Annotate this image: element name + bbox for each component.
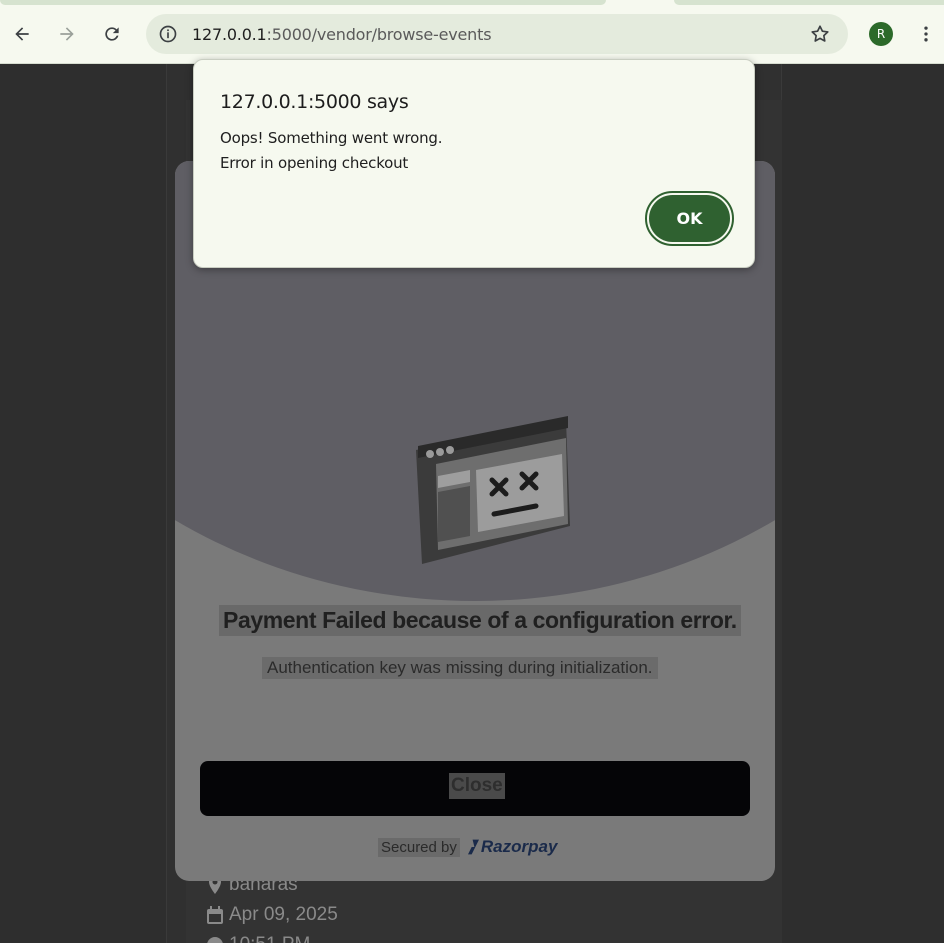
arrow-left-icon [15,27,29,41]
event-time: 10:51 PM [207,934,310,943]
address-bar[interactable]: 127.0.0.1:5000/vendor/browse-events [146,14,848,54]
profile-avatar[interactable]: R [869,22,893,46]
event-date: Apr 09, 2025 [207,904,338,926]
back-button[interactable] [6,18,38,50]
close-button-label: Close [449,773,505,799]
kebab-menu-icon [924,26,928,42]
url-host: 127.0.0.1 [192,25,267,44]
calendar-icon [207,906,223,924]
payment-error-description: Authentication key was missing during in… [262,657,658,679]
close-button[interactable]: Close [200,761,750,816]
razorpay-mark-icon [467,839,479,855]
url-path: :5000/vendor/browse-events [266,25,492,44]
arrow-right-icon [60,27,74,41]
ok-button[interactable]: OK [649,195,730,242]
alert-message-line-1: Oops! Something went wrong. [220,129,443,147]
event-time-text: 10:51 PM [229,934,310,943]
tab-background[interactable] [674,0,944,5]
broken-window-illustration [416,416,570,564]
razorpay-brand-text: Razorpay [480,837,558,856]
razorpay-logo: Razorpay [467,837,558,857]
alert-title: 127.0.0.1:5000 says [220,91,409,113]
site-info-button[interactable] [156,22,180,46]
alert-dialog: 127.0.0.1:5000 says Oops! Something went… [193,59,755,268]
star-icon [811,25,829,42]
reload-icon [105,27,119,41]
browser-menu-button[interactable] [914,20,938,48]
url-text[interactable]: 127.0.0.1:5000/vendor/browse-events [192,25,492,44]
tab-strip [0,0,944,6]
secured-by-footer: Secured by Razorpay [378,837,557,857]
payment-error-title: Payment Failed because of a configuratio… [219,605,741,636]
reload-button[interactable] [96,18,128,50]
razorpay-checkout-modal: Payment Failed because of a configuratio… [175,161,775,881]
secured-by-label: Secured by [378,837,460,857]
alert-message-line-2: Error in opening checkout [220,154,409,172]
forward-button[interactable] [51,18,83,50]
tab-background[interactable] [0,0,606,5]
clock-icon [207,937,223,943]
event-date-text: Apr 09, 2025 [229,904,338,925]
browser-toolbar: 127.0.0.1:5000/vendor/browse-events R [0,0,944,64]
info-icon [159,25,177,43]
bookmark-button[interactable] [808,22,832,46]
